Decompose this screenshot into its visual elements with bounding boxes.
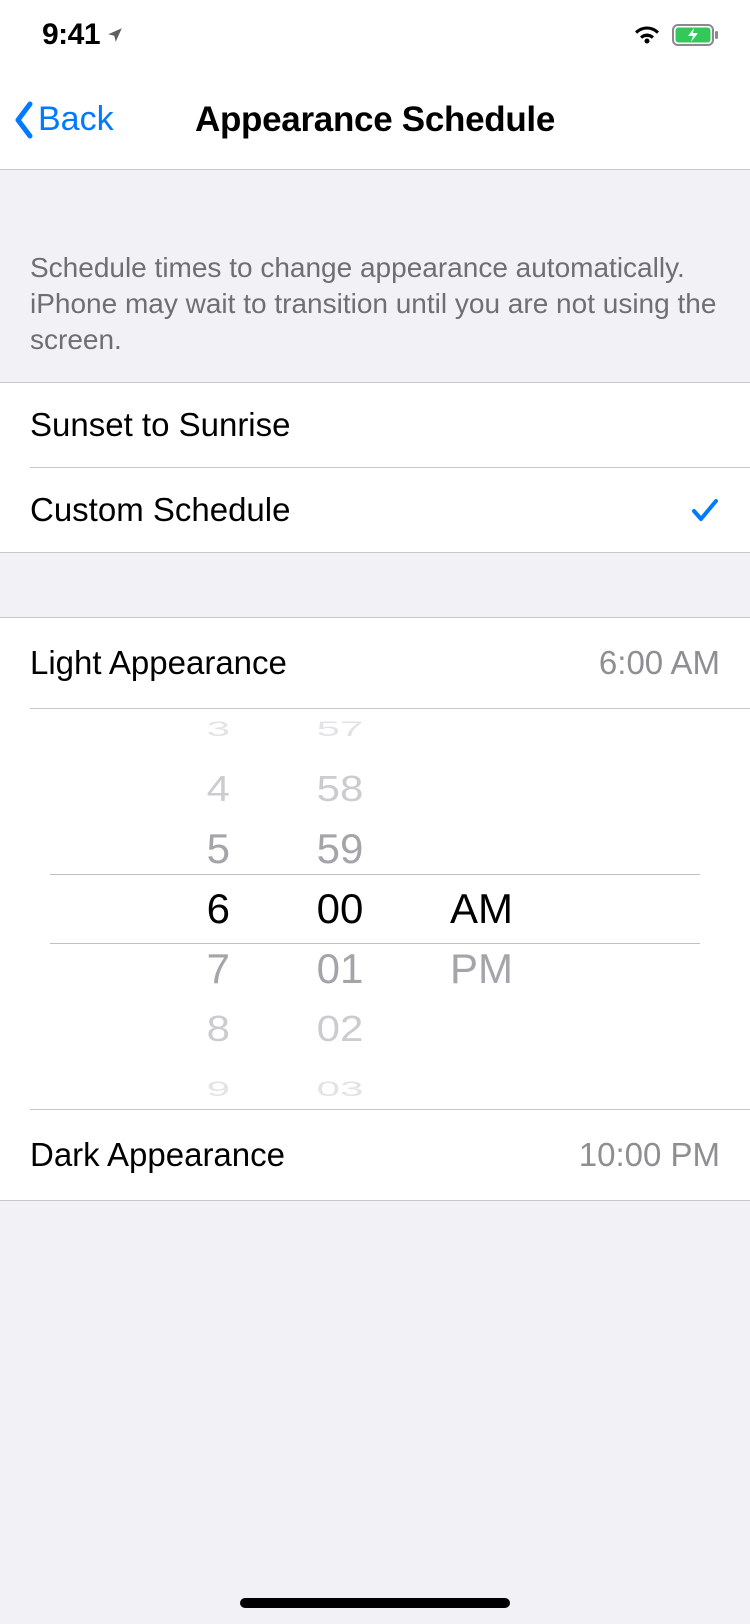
picker-hours-column[interactable]: 3 4 5 6 7 8 9 xyxy=(90,699,260,1119)
light-label: Light Appearance xyxy=(30,644,599,682)
back-button[interactable]: Back xyxy=(12,100,114,140)
option-sunset-to-sunrise[interactable]: Sunset to Sunrise xyxy=(0,383,750,467)
picker-item: PM xyxy=(450,939,580,999)
picker-item: 4 xyxy=(90,764,230,815)
wifi-icon xyxy=(632,24,662,46)
status-time: 9:41 xyxy=(42,18,100,52)
option-label: Sunset to Sunrise xyxy=(30,406,720,444)
time-picker[interactable]: 3 4 5 6 7 8 9 57 58 59 00 01 02 03 xyxy=(0,709,750,1109)
picker-item-selected: 6 xyxy=(90,879,230,939)
light-appearance-row[interactable]: Light Appearance 6:00 AM xyxy=(0,618,750,708)
picker-item: 59 xyxy=(260,819,420,879)
nav-bar: Back Appearance Schedule xyxy=(0,70,750,170)
option-label: Custom Schedule xyxy=(30,491,690,529)
picker-item-selected: 00 xyxy=(260,879,420,939)
picker-minutes-column[interactable]: 57 58 59 00 01 02 03 xyxy=(260,699,420,1119)
schedule-description: Schedule times to change appearance auto… xyxy=(0,170,750,382)
light-value: 6:00 AM xyxy=(599,644,720,682)
checkmark-icon xyxy=(690,495,720,525)
picker-item: 03 xyxy=(260,1074,420,1104)
picker-item: 58 xyxy=(260,764,420,815)
status-bar: 9:41 xyxy=(0,0,750,70)
location-icon xyxy=(106,26,124,44)
home-indicator[interactable] xyxy=(240,1598,510,1608)
battery-charging-icon xyxy=(672,23,720,47)
picker-item: 57 xyxy=(260,714,420,744)
option-custom-schedule[interactable]: Custom Schedule xyxy=(0,468,750,552)
dark-label: Dark Appearance xyxy=(30,1136,579,1174)
dark-appearance-row[interactable]: Dark Appearance 10:00 PM xyxy=(0,1110,750,1200)
picker-item: 5 xyxy=(90,819,230,879)
back-label: Back xyxy=(38,100,114,139)
picker-item: 02 xyxy=(260,1004,420,1055)
picker-item: 3 xyxy=(90,714,230,744)
schedule-options-group: Sunset to Sunrise Custom Schedule xyxy=(0,382,750,553)
chevron-left-icon xyxy=(12,100,36,140)
appearance-times-group: Light Appearance 6:00 AM 3 4 5 6 7 8 9 5… xyxy=(0,617,750,1201)
picker-item: 7 xyxy=(90,939,230,999)
picker-item: 9 xyxy=(90,1074,230,1104)
picker-item: 8 xyxy=(90,1004,230,1055)
dark-value: 10:00 PM xyxy=(579,1136,720,1174)
picker-ampm-column[interactable]: . . . AM PM . . xyxy=(420,699,580,1119)
picker-item-selected: AM xyxy=(450,879,580,939)
picker-item: 01 xyxy=(260,939,420,999)
